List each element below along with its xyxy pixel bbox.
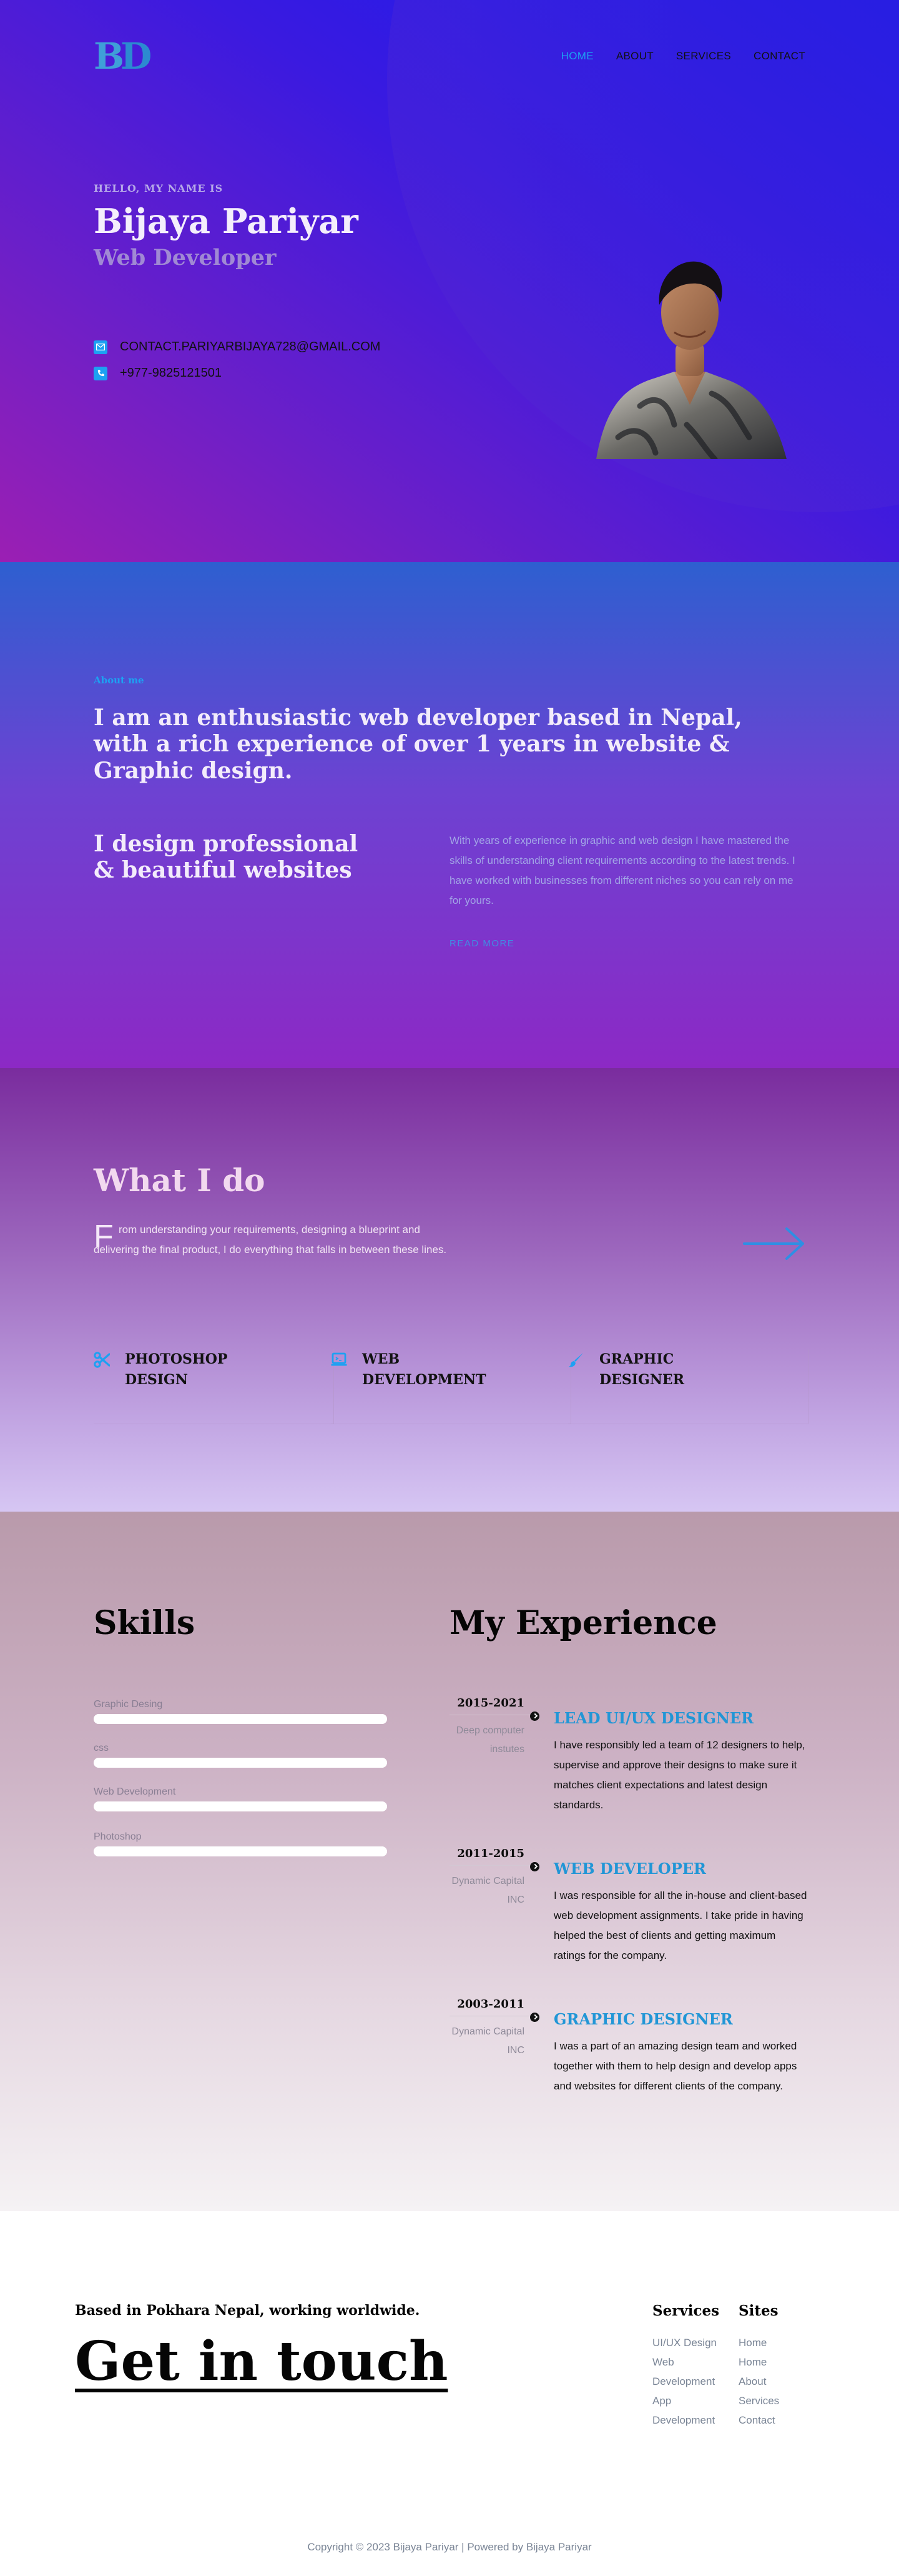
about-lead-text: I am an enthusiastic web developer based… xyxy=(94,705,742,784)
experience-role: LEAD UI/UX DESIGNER xyxy=(554,1709,754,1727)
get-in-touch-link[interactable]: Get in touch xyxy=(75,2330,448,2393)
experience-company: Deep computer instutes xyxy=(456,1725,524,1755)
skill-progress-bar xyxy=(94,1846,387,1856)
service-card-title: PHOTOSHOP DESIGN xyxy=(125,1351,228,1388)
mail-icon xyxy=(94,340,107,354)
skill-progress-bar xyxy=(94,1758,387,1768)
hero-role: Web Developer xyxy=(94,245,277,270)
nav-services-link[interactable]: SERVICES xyxy=(676,50,731,62)
skill-label: Web Development xyxy=(94,1786,176,1797)
about-paragraph: With years of experience in graphic and … xyxy=(450,835,795,906)
footer-link-app-development[interactable]: App Development xyxy=(652,2391,727,2430)
services-description: rom understanding your requirements, des… xyxy=(94,1224,447,1256)
logo-letter-b: B xyxy=(94,35,124,77)
service-card-photoshop[interactable]: PHOTOSHOP DESIGN xyxy=(94,1349,334,1424)
footer-link-contact[interactable]: Contact xyxy=(739,2410,813,2430)
footer-link-services[interactable]: Services xyxy=(739,2391,813,2410)
skill-label: Graphic Desing xyxy=(94,1699,163,1710)
hero-email[interactable]: CONTACT.PARIYARBIJAYA728@GMAIL.COM xyxy=(120,340,380,354)
experience-meta: 2003-2011 Dynamic Capital INC xyxy=(450,1998,534,2060)
footer-link-home[interactable]: Home xyxy=(739,2352,813,2372)
nav-about-link[interactable]: ABOUT xyxy=(616,50,654,62)
skills-title: Skills xyxy=(94,1604,195,1642)
chevron-right-icon xyxy=(530,2013,539,2022)
experience-company: Dynamic Capital INC xyxy=(451,1876,524,1905)
experience-role: WEB DEVELOPER xyxy=(554,1860,706,1878)
nav-menu: HOME ABOUT SERVICES CONTACT xyxy=(561,50,805,62)
footer-services-column: Services UI/UX Design Web Development Ap… xyxy=(652,2302,727,2430)
service-card-title: WEB DEVELOPMENT xyxy=(362,1351,486,1388)
services-title: What I do xyxy=(94,1162,265,1199)
experience-company: Dynamic Capital INC xyxy=(451,2026,524,2056)
skill-progress-fill xyxy=(94,1714,387,1724)
about-section: About me I am an enthusiastic web develo… xyxy=(0,562,899,1068)
hero-name: Bijaya Pariyar xyxy=(94,201,358,241)
footer-services-title: Services xyxy=(652,2302,720,2319)
skill-progress-fill xyxy=(94,1758,387,1768)
skill-item: Web Development xyxy=(94,1786,387,1811)
experience-description: I have responsibly led a team of 12 desi… xyxy=(554,1739,805,1811)
footer-link-about[interactable]: About xyxy=(739,2372,813,2391)
skill-item: css xyxy=(94,1743,387,1768)
footer-location: Based in Pokhara Nepal, working worldwid… xyxy=(75,2302,420,2319)
skill-progress-fill xyxy=(94,1801,387,1811)
phone-icon xyxy=(94,366,107,380)
hero-phone[interactable]: +977-9825121501 xyxy=(120,366,222,380)
experience-description: I was responsible for all the in-house a… xyxy=(554,1890,807,1961)
experience-role: GRAPHIC DESIGNER xyxy=(554,2010,733,2028)
about-kicker: About me xyxy=(94,675,144,686)
chevron-right-icon xyxy=(530,1712,539,1721)
scissors-icon xyxy=(94,1352,111,1368)
experience-years: 2011-2015 xyxy=(450,1847,534,1866)
hero-greeting: HELLO, MY NAME IS xyxy=(94,182,224,194)
hero-section: BD HOME ABOUT SERVICES CONTACT HELLO, MY… xyxy=(0,0,899,562)
services-section: What I do F rom understanding your requi… xyxy=(0,1068,899,1512)
skill-label: Photoshop xyxy=(94,1831,142,1842)
experience-title: My Experience xyxy=(450,1604,717,1642)
hero-email-row[interactable]: CONTACT.PARIYARBIJAYA728@GMAIL.COM xyxy=(94,340,380,354)
footer-section: Based in Pokhara Nepal, working worldwid… xyxy=(0,2211,899,2576)
arrow-right-icon[interactable] xyxy=(743,1227,805,1264)
nav-home-link[interactable]: HOME xyxy=(561,50,594,62)
service-card-title: GRAPHIC DESIGNER xyxy=(599,1351,684,1388)
footer-link-uiux[interactable]: UI/UX Design xyxy=(652,2333,727,2352)
read-more-link[interactable]: READ MORE xyxy=(450,938,514,949)
footer-sites-title: Sites xyxy=(739,2302,779,2319)
top-navbar: BD HOME ABOUT SERVICES CONTACT xyxy=(94,37,805,75)
skill-progress-bar xyxy=(94,1714,387,1724)
footer-sites-column: Sites Home Home About Services Contact xyxy=(739,2302,813,2430)
laptop-icon xyxy=(331,1352,347,1368)
skill-progress-fill xyxy=(94,1846,387,1856)
service-card-web-development[interactable]: WEB DEVELOPMENT xyxy=(331,1349,571,1424)
brush-icon xyxy=(568,1352,584,1368)
chevron-right-icon xyxy=(530,1862,539,1871)
about-subheading: I design professional & beautiful websit… xyxy=(94,831,358,884)
site-logo[interactable]: BD xyxy=(94,35,152,77)
experience-meta: 2011-2015 Dynamic Capital INC xyxy=(450,1847,534,1910)
skills-experience-section: Skills My Experience Graphic Desing css … xyxy=(0,1512,899,2211)
hero-phone-row[interactable]: +977-9825121501 xyxy=(94,366,222,380)
skill-progress-bar xyxy=(94,1801,387,1811)
footer-link-home[interactable]: Home xyxy=(739,2333,813,2352)
service-card-graphic-designer[interactable]: GRAPHIC DESIGNER xyxy=(568,1349,808,1424)
experience-meta: 2015-2021 Deep computer instutes xyxy=(450,1697,534,1759)
skill-item: Graphic Desing xyxy=(94,1699,387,1724)
profile-photo xyxy=(581,237,799,459)
copyright-text: Copyright © 2023 Bijaya Pariyar | Powere… xyxy=(307,2541,592,2553)
logo-letter-d: D xyxy=(120,35,152,77)
skill-label: css xyxy=(94,1743,109,1753)
experience-years: 2015-2021 xyxy=(450,1697,534,1715)
experience-years: 2003-2011 xyxy=(450,1998,534,2016)
nav-contact-link[interactable]: CONTACT xyxy=(754,50,805,62)
skill-item: Photoshop xyxy=(94,1831,387,1856)
experience-description: I was a part of an amazing design team a… xyxy=(554,2040,797,2092)
footer-link-web-development[interactable]: Web Development xyxy=(652,2352,727,2391)
